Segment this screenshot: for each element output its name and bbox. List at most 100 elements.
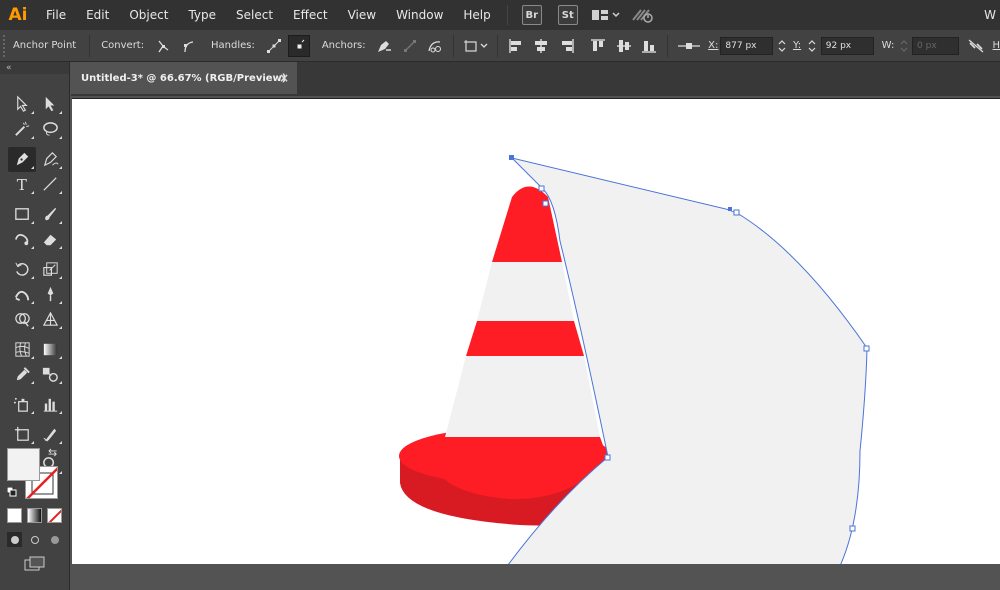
workspace-switcher-cut[interactable]: W	[984, 0, 996, 30]
menu-select[interactable]: Select	[226, 0, 283, 30]
rotate-tool[interactable]	[8, 257, 36, 282]
connect-anchors-icon	[403, 39, 416, 52]
anchor-point[interactable]	[733, 209, 740, 216]
draw-inside-icon[interactable]	[47, 532, 62, 547]
align-center-h-button[interactable]	[531, 35, 552, 57]
app-logo: Ai	[8, 5, 28, 25]
fill-swatch[interactable]	[7, 448, 40, 481]
tool-row	[8, 257, 64, 282]
control-separator	[497, 34, 499, 57]
eraser-tool[interactable]	[36, 227, 64, 252]
x-position-input[interactable]: 877 px	[720, 36, 774, 55]
type-tool[interactable]: T	[8, 172, 36, 197]
mesh-tool[interactable]	[8, 337, 36, 362]
default-fill-stroke-icon[interactable]	[6, 486, 17, 497]
curvature-tool[interactable]	[36, 147, 64, 172]
shape-builder-tool[interactable]	[8, 307, 36, 332]
tool-row	[8, 117, 64, 142]
align-top-button[interactable]	[588, 35, 609, 57]
menu-view[interactable]: View	[338, 0, 386, 30]
artboard-canvas[interactable]	[72, 98, 1000, 564]
width-input[interactable]: 0 px	[912, 36, 960, 55]
cone-white-band-1	[477, 262, 574, 321]
eraser-tool-icon	[43, 234, 56, 246]
document-tab[interactable]: Untitled-3* @ 66.67% (RGB/Preview) ×	[71, 62, 297, 94]
gradient-mode-button[interactable]	[27, 508, 42, 523]
swap-fill-stroke-icon[interactable]: ⇆	[48, 446, 57, 459]
cut-path-button[interactable]	[425, 35, 446, 57]
rectangle-tool[interactable]	[8, 202, 36, 227]
anchor-point[interactable]	[863, 345, 870, 352]
pen-tool[interactable]	[8, 147, 36, 172]
menu-window[interactable]: Window	[386, 0, 453, 30]
type-tool-icon: T	[16, 176, 26, 194]
connect-anchors-button[interactable]	[399, 35, 420, 57]
show-handles-button[interactable]	[263, 35, 284, 57]
stock-button[interactable]: St	[557, 5, 578, 25]
perspective-grid-tool[interactable]	[36, 307, 64, 332]
column-graph-tool[interactable]	[36, 392, 64, 417]
artboard-tool[interactable]	[8, 422, 36, 447]
blend-tool[interactable]	[36, 362, 64, 387]
scroll-area[interactable]	[72, 564, 1000, 590]
close-icon[interactable]: ×	[279, 71, 289, 85]
control-mode-label: Anchor Point	[12, 40, 77, 51]
screen-mode-icon[interactable]	[23, 556, 47, 575]
scale-tool[interactable]	[36, 257, 64, 282]
slice-tool[interactable]	[36, 422, 64, 447]
convert-to-corner-button[interactable]	[152, 35, 173, 57]
reference-point-button[interactable]	[675, 35, 702, 57]
menu-object[interactable]: Object	[119, 0, 178, 30]
isolate-selection-button[interactable]	[461, 35, 490, 57]
anchor-handle[interactable]	[728, 207, 732, 211]
direct-selection-tool[interactable]	[36, 92, 64, 117]
none-mode-button[interactable]	[47, 508, 62, 523]
symbol-sprayer-tool[interactable]	[8, 392, 36, 417]
remove-anchor-button[interactable]	[374, 35, 395, 57]
gpu-performance-button[interactable]	[628, 4, 658, 26]
y-stepper[interactable]	[805, 35, 819, 57]
anchor-point[interactable]	[538, 185, 545, 192]
magic-wand-tool[interactable]	[8, 117, 36, 142]
anchor-point[interactable]	[604, 454, 611, 461]
paintbrush-tool[interactable]	[36, 202, 64, 227]
hide-handles-button[interactable]	[288, 34, 310, 57]
tool-row	[8, 307, 64, 332]
w-stepper[interactable]	[898, 35, 910, 57]
align-right-button[interactable]	[556, 35, 577, 57]
bridge-button[interactable]: Br	[521, 5, 542, 25]
shaper-tool[interactable]	[8, 227, 36, 252]
align-middle-v-button[interactable]	[613, 35, 634, 57]
workspace-arrange-button[interactable]	[588, 4, 624, 26]
tools-panel: « T ⇆	[0, 62, 70, 590]
panel-collapse-icon[interactable]: «	[0, 62, 69, 74]
align-bottom-button[interactable]	[638, 35, 659, 57]
scale-tool-icon	[42, 262, 58, 276]
constrain-proportions-button[interactable]	[965, 35, 986, 57]
anchor-point[interactable]	[849, 525, 856, 532]
align-left-icon	[509, 38, 521, 53]
menu-help[interactable]: Help	[453, 0, 500, 30]
anchor-point-selected[interactable]	[509, 155, 514, 160]
draw-normal-icon[interactable]	[7, 532, 22, 547]
eyedropper-tool[interactable]	[8, 362, 36, 387]
line-segment-tool[interactable]	[36, 172, 64, 197]
align-left-button[interactable]	[505, 35, 526, 57]
convert-to-smooth-button[interactable]	[178, 35, 199, 57]
anchor-point[interactable]	[542, 200, 549, 207]
y-position-input[interactable]: 92 px	[820, 36, 874, 55]
color-mode-row	[7, 508, 62, 523]
x-y-link-toggle[interactable]	[775, 35, 789, 57]
selection-tool[interactable]	[8, 92, 36, 117]
menu-edit[interactable]: Edit	[76, 0, 119, 30]
shape-builder-tool-icon	[14, 313, 30, 327]
menu-effect[interactable]: Effect	[283, 0, 338, 30]
draw-behind-icon[interactable]	[27, 532, 42, 547]
lasso-tool[interactable]	[36, 117, 64, 142]
gradient-tool[interactable]	[36, 337, 64, 362]
color-mode-button[interactable]	[7, 508, 22, 523]
puppet-warp-tool[interactable]	[36, 282, 64, 307]
menu-type[interactable]: Type	[178, 0, 226, 30]
warp-tool[interactable]	[8, 282, 36, 307]
menu-file[interactable]: File	[36, 0, 76, 30]
